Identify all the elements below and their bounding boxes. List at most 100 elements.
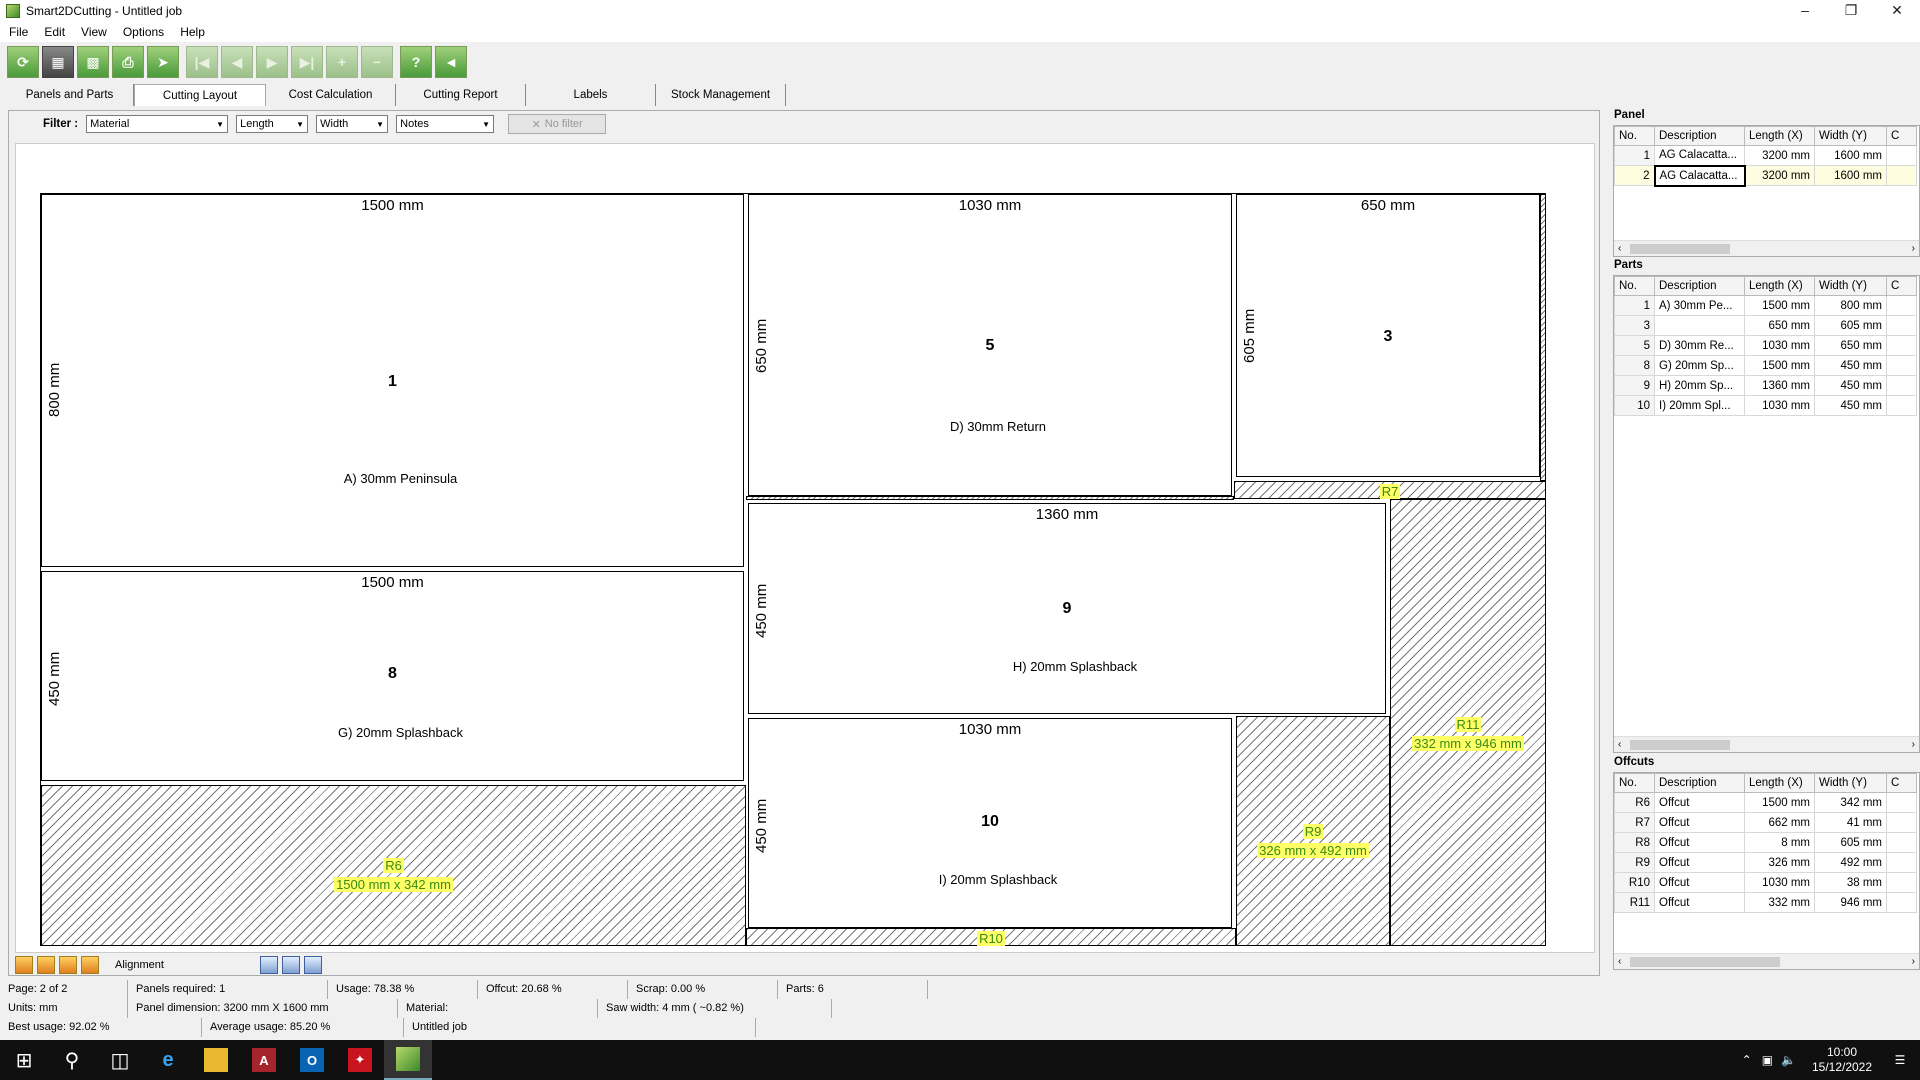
internet-explorer-icon[interactable]: e: [144, 1040, 192, 1080]
zoom-fit-icon[interactable]: [281, 956, 300, 974]
tab-labels[interactable]: Labels: [526, 84, 656, 106]
tab-panels-and-parts[interactable]: Panels and Parts: [6, 84, 134, 106]
length-filter-select[interactable]: Length ▼: [236, 115, 309, 133]
column-header[interactable]: Description: [1654, 773, 1745, 793]
clock[interactable]: 10:00 15/12/2022: [1804, 1045, 1880, 1075]
network-icon[interactable]: ▣: [1762, 1053, 1773, 1067]
next-page-icon[interactable]: ▶: [256, 46, 288, 78]
menu-edit[interactable]: Edit: [35, 25, 72, 39]
scroll-right-icon[interactable]: ›: [1912, 956, 1915, 967]
table-row[interactable]: R10 Offcut 1030 mm 38 mm: [1614, 872, 1917, 893]
tab-cost-calculation[interactable]: Cost Calculation: [266, 84, 396, 106]
tab-cutting-report[interactable]: Cutting Report: [396, 84, 526, 106]
zoom-in-icon[interactable]: +: [326, 46, 358, 78]
scroll-right-icon[interactable]: ›: [1912, 739, 1915, 750]
volume-icon[interactable]: 🔈: [1781, 1053, 1796, 1067]
part-9[interactable]: 1360 mm 450 mm 9 H) 20mm Splashback: [748, 503, 1386, 714]
table-row[interactable]: R11 Offcut 332 mm 946 mm: [1614, 892, 1917, 913]
column-header[interactable]: Length (X): [1744, 773, 1815, 793]
part-10[interactable]: 1030 mm 450 mm 10 I) 20mm Splashback: [748, 718, 1232, 928]
table-row[interactable]: R6 Offcut 1500 mm 342 mm: [1614, 792, 1917, 813]
table-row[interactable]: 8 G) 20mm Sp... 1500 mm 450 mm: [1614, 355, 1917, 376]
tab-stock-management[interactable]: Stock Management: [656, 84, 786, 106]
no-filter-button[interactable]: ✕ No filter: [508, 114, 607, 134]
file-explorer-icon[interactable]: [192, 1040, 240, 1080]
outlook-icon[interactable]: O: [288, 1040, 336, 1080]
offcut-r11[interactable]: R11 332 mm x 946 mm: [1390, 499, 1546, 946]
last-page-icon[interactable]: ▶|: [291, 46, 323, 78]
tab-cutting-layout[interactable]: Cutting Layout: [134, 84, 266, 106]
offcut-r7[interactable]: R7: [1234, 481, 1546, 499]
column-header[interactable]: No.: [1614, 276, 1655, 296]
notification-icon[interactable]: ☰: [1880, 1053, 1920, 1067]
part-1[interactable]: 1500 mm 800 mm 1 A) 30mm Peninsula: [41, 194, 744, 567]
panel-grid[interactable]: No. Description Length (X) Width (Y) C 1…: [1613, 125, 1920, 257]
offcut-r9[interactable]: R9 326 mm x 492 mm: [1236, 716, 1390, 946]
column-header[interactable]: Length (X): [1744, 126, 1815, 146]
export-icon[interactable]: ➤: [147, 46, 179, 78]
table-row[interactable]: 1 AG Calacatta... 3200 mm 1600 mm: [1614, 145, 1917, 166]
optimize-icon[interactable]: ⟳: [7, 46, 39, 78]
horizontal-scrollbar[interactable]: ‹ ›: [1614, 953, 1919, 969]
table-row[interactable]: R9 Offcut 326 mm 492 mm: [1614, 852, 1917, 873]
layout-view-icon[interactable]: ▦: [42, 46, 74, 78]
material-filter-select[interactable]: Material ▼: [86, 115, 229, 133]
menu-options[interactable]: Options: [114, 25, 171, 39]
table-row-selected[interactable]: 2 AG Calacatta... 3200 mm 1600 mm: [1614, 164, 1917, 187]
rotate-part-icon[interactable]: [15, 956, 33, 974]
smart2dcutting-taskbar-icon[interactable]: [384, 1040, 432, 1080]
panel-sheet[interactable]: 1500 mm 800 mm 1 A) 30mm Peninsula 1500 …: [40, 193, 1546, 946]
column-header[interactable]: C: [1886, 126, 1917, 146]
zoom-out-icon[interactable]: [303, 956, 322, 974]
chevron-up-icon[interactable]: ⌃: [1742, 1053, 1752, 1067]
parts-grid[interactable]: No. Description Length (X) Width (Y) C 1…: [1613, 275, 1920, 753]
column-header[interactable]: C: [1886, 773, 1917, 793]
zoom-out-icon[interactable]: −: [361, 46, 393, 78]
table-row[interactable]: 1 A) 30mm Pe... 1500 mm 800 mm: [1614, 295, 1917, 316]
minimize-icon[interactable]: –: [1782, 0, 1828, 22]
close-icon[interactable]: ✕: [1874, 0, 1920, 22]
table-row[interactable]: 5 D) 30mm Re... 1030 mm 650 mm: [1614, 335, 1917, 356]
scroll-left-icon[interactable]: ‹: [1618, 243, 1621, 254]
menu-view[interactable]: View: [72, 25, 114, 39]
notes-filter-select[interactable]: Notes ▼: [396, 115, 495, 133]
first-page-icon[interactable]: |◀: [186, 46, 218, 78]
horizontal-scrollbar[interactable]: ‹ ›: [1614, 736, 1919, 752]
access-icon[interactable]: A: [240, 1040, 288, 1080]
offcut-r10[interactable]: R10: [746, 928, 1236, 946]
exit-icon[interactable]: ◄: [435, 46, 467, 78]
restore-icon[interactable]: ❐: [1828, 0, 1874, 22]
offcut-r6[interactable]: R6 1500 mm x 342 mm: [41, 785, 746, 946]
scroll-left-icon[interactable]: ‹: [1618, 956, 1621, 967]
acrobat-icon[interactable]: ✦: [336, 1040, 384, 1080]
help-icon[interactable]: ?: [400, 46, 432, 78]
search-icon[interactable]: ⚲: [48, 1040, 96, 1080]
scrollbar-thumb[interactable]: [1630, 957, 1780, 967]
table-row[interactable]: R7 Offcut 662 mm 41 mm: [1614, 812, 1917, 833]
table-row[interactable]: 9 H) 20mm Sp... 1360 mm 450 mm: [1614, 375, 1917, 396]
windows-start-icon[interactable]: ⊞: [0, 1040, 48, 1080]
column-header[interactable]: No.: [1614, 773, 1655, 793]
move-part-icon[interactable]: [37, 956, 55, 974]
column-header[interactable]: Width (Y): [1814, 276, 1887, 296]
offcut-r8[interactable]: [1540, 194, 1546, 481]
print-icon[interactable]: ⎙: [112, 46, 144, 78]
edit-part-icon[interactable]: [81, 956, 99, 974]
table-row[interactable]: 10 I) 20mm Spl... 1030 mm 450 mm: [1614, 395, 1917, 416]
save-icon[interactable]: ▩: [77, 46, 109, 78]
column-header[interactable]: No.: [1614, 126, 1655, 146]
table-row[interactable]: 3 650 mm 605 mm: [1614, 315, 1917, 336]
zoom-in-icon[interactable]: [259, 956, 278, 974]
column-header[interactable]: Description: [1654, 276, 1745, 296]
width-filter-select[interactable]: Width ▼: [316, 115, 389, 133]
column-header[interactable]: Length (X): [1744, 276, 1815, 296]
swap-part-icon[interactable]: [59, 956, 77, 974]
menu-file[interactable]: File: [0, 25, 35, 39]
table-row[interactable]: R8 Offcut 8 mm 605 mm: [1614, 832, 1917, 853]
part-8[interactable]: 1500 mm 450 mm 8 G) 20mm Splashback: [41, 571, 744, 781]
part-3[interactable]: 650 mm 605 mm 3: [1236, 194, 1540, 477]
scrollbar-thumb[interactable]: [1630, 740, 1730, 750]
scroll-left-icon[interactable]: ‹: [1618, 739, 1621, 750]
column-header[interactable]: C: [1886, 276, 1917, 296]
horizontal-scrollbar[interactable]: ‹ ›: [1614, 240, 1919, 256]
